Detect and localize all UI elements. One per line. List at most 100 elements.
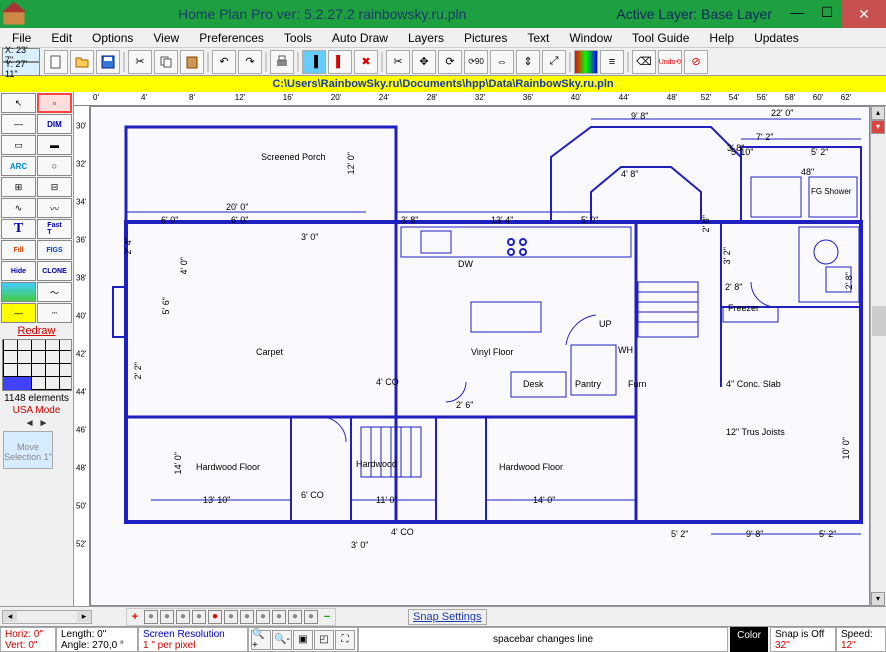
snap-plus[interactable]: + <box>128 611 142 623</box>
zoom-fit-button[interactable]: ▣ <box>293 630 313 650</box>
snap-dot[interactable] <box>144 610 158 624</box>
snap-dot[interactable] <box>304 610 318 624</box>
menu-view[interactable]: View <box>145 29 187 47</box>
tool-hide[interactable]: Hide <box>1 261 36 281</box>
scrollbar-vertical[interactable]: ▴ ▾ ▾ <box>870 106 886 606</box>
flip-v-button[interactable]: ⇕ <box>516 50 540 74</box>
nosmoking-icon[interactable]: ⊘ <box>684 50 708 74</box>
close-button[interactable]: ✕ <box>842 0 886 28</box>
colors-button[interactable] <box>574 50 598 74</box>
tool-window[interactable]: ⊞ <box>1 177 36 197</box>
snap-dot-active[interactable] <box>208 610 222 624</box>
menu-edit[interactable]: Edit <box>43 29 80 47</box>
open-button[interactable] <box>70 50 94 74</box>
scroll-left[interactable]: ◂ <box>3 611 17 622</box>
scroll-down[interactable]: ▾ <box>871 592 885 606</box>
flip-h-button[interactable]: ⇔ <box>490 50 514 74</box>
dim: 14' 0" <box>533 495 555 505</box>
menu-tools[interactable]: Tools <box>276 29 320 47</box>
print-button[interactable] <box>270 50 294 74</box>
zoom-extents-button[interactable]: ⛶ <box>335 630 355 650</box>
tool-arrow[interactable]: ↖ <box>1 93 36 113</box>
menu-text[interactable]: Text <box>519 29 557 47</box>
menu-layers[interactable]: Layers <box>400 29 452 47</box>
scrollbar-horizontal[interactable]: ◂ ▸ <box>2 610 92 624</box>
wall-button[interactable]: ▌ <box>328 50 352 74</box>
menu-window[interactable]: Window <box>561 29 620 47</box>
menu-pictures[interactable]: Pictures <box>456 29 515 47</box>
nudge-right[interactable]: ► <box>39 418 49 429</box>
zoom-window-button[interactable]: ◰ <box>314 630 334 650</box>
redo-button[interactable]: ↷ <box>238 50 262 74</box>
undo-circle-button[interactable]: Undo⟲ <box>658 50 682 74</box>
move-selection[interactable]: Move Selection 1" <box>3 431 53 469</box>
tool-freehand[interactable]: 〜 <box>37 282 72 302</box>
snap-dot[interactable] <box>272 610 286 624</box>
tool-select[interactable]: ▫ <box>37 93 72 113</box>
tool-figs[interactable]: FIGS <box>37 240 72 260</box>
label-fg-shower: FG Shower <box>811 187 851 196</box>
tool-image[interactable] <box>1 282 36 302</box>
tool-line[interactable]: — <box>1 114 36 134</box>
door-button[interactable]: ▐ <box>302 50 326 74</box>
tool-fast-text[interactable]: FastT <box>37 219 72 239</box>
snap-settings-link[interactable]: Snap Settings <box>408 609 487 625</box>
drawing-canvas[interactable]: Screened Porch Carpet Hardwood Floor Har… <box>90 106 870 606</box>
snap-dot[interactable] <box>240 610 254 624</box>
nudge-left[interactable]: ◄ <box>25 418 35 429</box>
tool-text[interactable]: T <box>1 219 36 239</box>
tool-circle[interactable]: ○ <box>37 156 72 176</box>
redraw-button[interactable]: Redraw <box>3 325 70 337</box>
menu-autodraw[interactable]: Auto Draw <box>324 29 396 47</box>
menu-preferences[interactable]: Preferences <box>191 29 272 47</box>
dim: 5' 2" <box>819 529 836 539</box>
tool-clone[interactable]: CLONE <box>37 261 72 281</box>
tool-curve2[interactable]: 〰 <box>37 198 72 218</box>
line-style-grid[interactable] <box>2 339 72 391</box>
undo-button[interactable]: ↶ <box>212 50 236 74</box>
tool-fill[interactable]: Fill <box>1 240 36 260</box>
tool-line-dashed[interactable]: ┄ <box>37 303 72 323</box>
zoom-in-button[interactable]: 🔍+ <box>251 630 271 650</box>
scroll-thumb-v[interactable] <box>872 306 886 336</box>
tool-door[interactable]: ⊟ <box>37 177 72 197</box>
dim: 3' 0" <box>301 232 318 242</box>
snap-dot[interactable] <box>224 610 238 624</box>
tool-arc[interactable]: ARC <box>1 156 36 176</box>
snap-dot[interactable] <box>176 610 190 624</box>
menu-toolguide[interactable]: Tool Guide <box>624 29 697 47</box>
tool-rect-fill[interactable]: ▬ <box>37 135 72 155</box>
cut-button[interactable]: ✂ <box>128 50 152 74</box>
scale-button[interactable]: ⤢ <box>542 50 566 74</box>
scroll-right[interactable]: ▸ <box>77 611 91 622</box>
snap-dot[interactable] <box>288 610 302 624</box>
tool-rect[interactable]: ▭ <box>1 135 36 155</box>
rotate-button[interactable]: ⟳ <box>438 50 462 74</box>
scroll-up[interactable]: ▴ <box>871 106 885 120</box>
tool-line-style[interactable]: — <box>1 303 36 323</box>
crop-button[interactable]: ✂ <box>386 50 410 74</box>
scroll-marker[interactable]: ▾ <box>871 120 885 134</box>
eraser-button[interactable]: ⌫ <box>632 50 656 74</box>
status-hint-text: spacebar changes line <box>493 634 593 645</box>
move-button[interactable]: ✥ <box>412 50 436 74</box>
tool-curve[interactable]: ∿ <box>1 198 36 218</box>
new-button[interactable] <box>44 50 68 74</box>
menu-help[interactable]: Help <box>701 29 742 47</box>
zoom-out-button[interactable]: 🔍- <box>272 630 292 650</box>
align-button[interactable]: ≡ <box>600 50 624 74</box>
snap-dot[interactable] <box>160 610 174 624</box>
menu-options[interactable]: Options <box>84 29 141 47</box>
menu-updates[interactable]: Updates <box>746 29 807 47</box>
copy-button[interactable] <box>154 50 178 74</box>
tool-dim[interactable]: DIM <box>37 114 72 134</box>
save-button[interactable] <box>96 50 120 74</box>
rotate90-button[interactable]: ⟳90 <box>464 50 488 74</box>
snap-minus[interactable]: − <box>320 611 334 623</box>
paste-button[interactable] <box>180 50 204 74</box>
snap-dot[interactable] <box>192 610 206 624</box>
snap-dot[interactable] <box>256 610 270 624</box>
exit-button[interactable]: ✖ <box>354 50 378 74</box>
minimize-button[interactable]: — <box>782 0 812 24</box>
maximize-button[interactable]: ☐ <box>812 0 842 24</box>
